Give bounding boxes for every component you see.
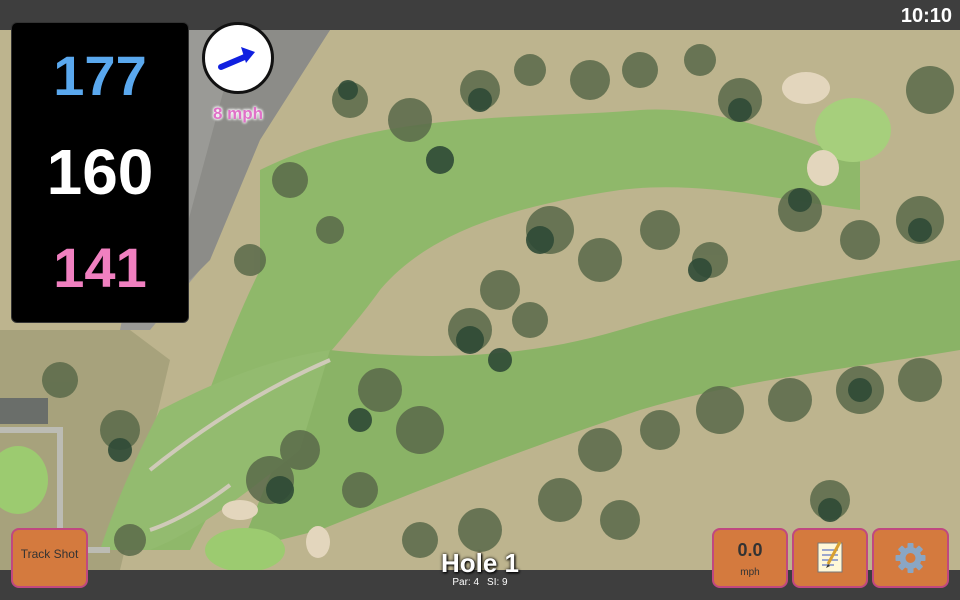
wind-indicator [202, 22, 274, 94]
middle-distance: 160 [46, 136, 154, 208]
settings-button[interactable] [872, 528, 949, 588]
distance-panel: 177 160 141 [11, 22, 189, 323]
clock: 10:10 [900, 5, 952, 27]
notepad-icon [817, 541, 843, 573]
hole-info: Par: 4 SI: 9 [400, 577, 560, 588]
speed-button[interactable]: 0.0 mph [712, 528, 788, 588]
wind-arrow-icon [218, 47, 255, 70]
hole-title: Hole 1 [440, 548, 520, 578]
speed-value: 0.0 [737, 540, 763, 560]
gear-icon [895, 543, 926, 573]
par-label: Par: 4 [452, 577, 480, 588]
notes-button[interactable] [792, 528, 868, 588]
track-shot-button[interactable]: Track Shot [11, 528, 88, 588]
stroke-index-label: SI: 9 [487, 577, 508, 588]
back-distance: 177 [53, 44, 147, 107]
front-distance: 141 [53, 236, 147, 299]
wind-speed: 8 mph [212, 104, 264, 123]
speed-unit: mph [740, 567, 760, 578]
track-shot-label: Track Shot [20, 547, 79, 561]
